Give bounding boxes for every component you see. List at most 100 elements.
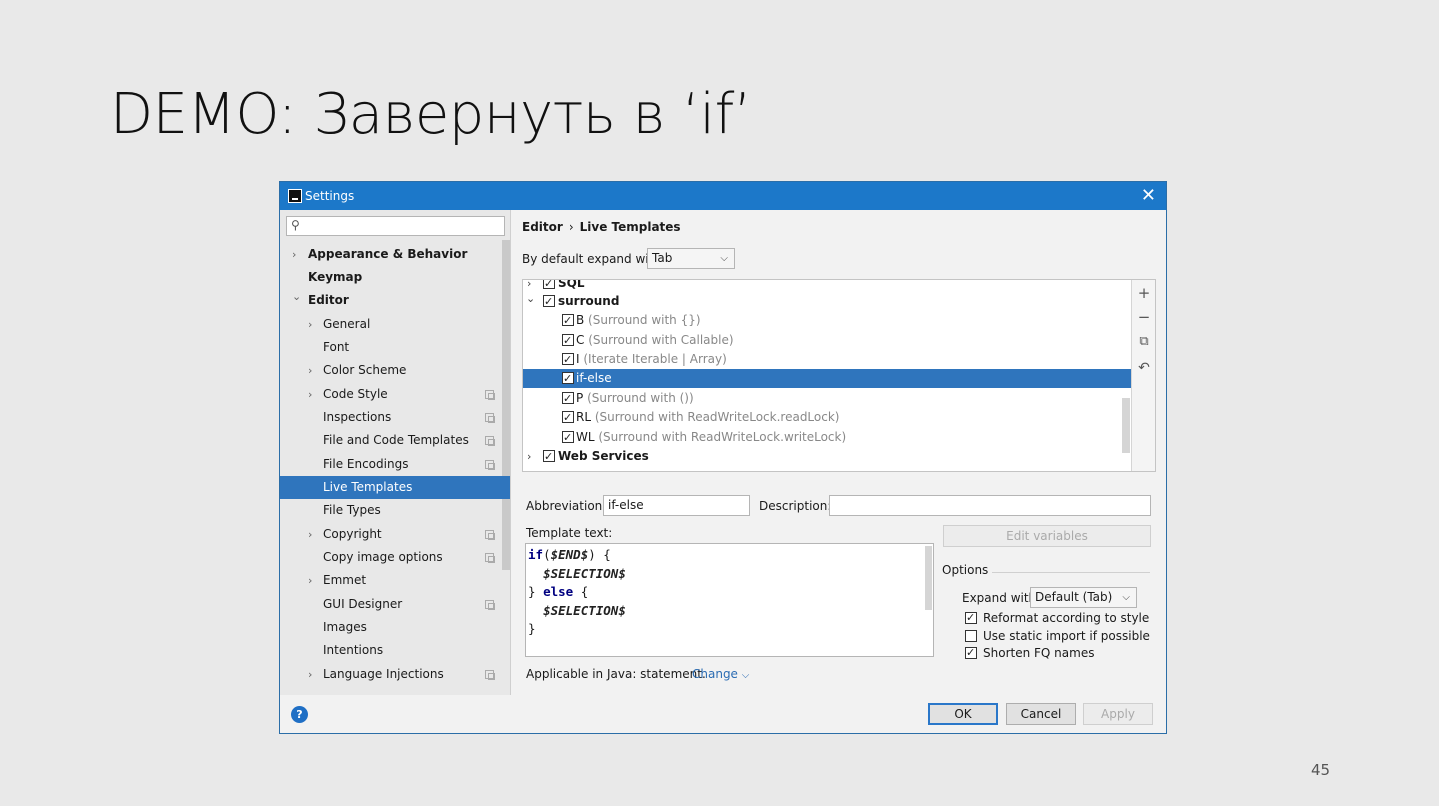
chevron-right-icon: ›	[308, 528, 313, 541]
tree-label: RL	[576, 410, 592, 424]
tree-item-b[interactable]: B (Surround with {})	[523, 311, 1132, 330]
checkbox[interactable]	[562, 331, 574, 350]
change-link-label: Change	[692, 667, 738, 681]
project-scope-icon	[485, 460, 495, 470]
ok-button[interactable]: OK	[928, 703, 998, 725]
add-icon[interactable]: +	[1136, 284, 1152, 302]
applicable-text: Applicable in Java: statement.	[526, 667, 706, 681]
checkbox[interactable]	[543, 292, 555, 311]
sidebar-item-file-code-templates[interactable]: File and Code Templates	[280, 429, 510, 452]
sidebar-item-keymap[interactable]: Keymap	[280, 266, 510, 289]
checkbox[interactable]	[965, 609, 977, 626]
tree-item-if-else[interactable]: if-else	[523, 369, 1132, 388]
sidebar-item-images[interactable]: Images	[280, 616, 510, 639]
checkbox[interactable]	[562, 369, 574, 388]
sidebar-item-label: General	[323, 317, 371, 331]
tree-label: B	[576, 313, 585, 327]
sidebar-item-gui-designer[interactable]: GUI Designer	[280, 593, 510, 616]
tree-item-p[interactable]: P (Surround with ())	[523, 389, 1132, 408]
sidebar-item-font[interactable]: Font	[280, 336, 510, 359]
tree-label: if-else	[576, 371, 612, 385]
code-keyword: else	[543, 584, 574, 599]
options-expand-value: Default (Tab)	[1035, 590, 1113, 604]
settings-sidebar: ⚲ › Appearance & Behavior Keymap ⌄ Edito…	[280, 210, 511, 695]
help-icon[interactable]: ?	[291, 706, 308, 723]
checkbox[interactable]	[562, 350, 574, 369]
dialog-titlebar: Settings ✕	[280, 182, 1166, 210]
expand-with-select[interactable]: Tab ⌵	[647, 248, 735, 269]
description-input[interactable]	[829, 495, 1151, 516]
sidebar-item-label: Editor	[308, 293, 349, 307]
change-link[interactable]: Change ⌵	[692, 667, 749, 681]
sidebar-item-label: Appearance & Behavior	[308, 247, 468, 261]
checkbox[interactable]	[562, 428, 574, 447]
checkbox[interactable]	[543, 280, 555, 293]
tree-item-i[interactable]: I (Iterate Iterable | Array)	[523, 350, 1132, 369]
checkbox[interactable]	[562, 389, 574, 408]
sidebar-item-label: GUI Designer	[323, 597, 403, 611]
sidebar-item-live-templates[interactable]: Live Templates	[280, 476, 510, 499]
tree-label: SQL	[558, 279, 585, 290]
tree-item-c[interactable]: C (Surround with Callable)	[523, 331, 1132, 350]
checkbox[interactable]	[965, 644, 977, 661]
abbreviation-input[interactable]: if-else	[603, 495, 750, 516]
checkbox[interactable]	[965, 630, 977, 642]
code-keyword: if	[528, 547, 544, 562]
tree-item-rl[interactable]: RL (Surround with ReadWriteLock.readLock…	[523, 408, 1132, 427]
breadcrumb-parent[interactable]: Editor	[522, 220, 563, 234]
sidebar-item-copy-image-options[interactable]: Copy image options	[280, 546, 510, 569]
project-scope-icon	[485, 553, 495, 563]
cancel-button[interactable]: Cancel	[1006, 703, 1076, 725]
expand-with-value: Tab	[652, 251, 673, 265]
options-expand-select[interactable]: Default (Tab) ⌵	[1030, 587, 1137, 608]
sidebar-item-language-injections[interactable]: › Language Injections	[280, 663, 510, 686]
code-text: }	[528, 621, 536, 636]
chevron-right-icon: ›	[308, 388, 313, 401]
tree-group-sql[interactable]: › SQL	[523, 279, 1132, 293]
chevron-right-icon: ›	[308, 318, 313, 331]
tree-group-web-services[interactable]: › Web Services	[523, 447, 1132, 466]
code-text: (	[543, 547, 551, 562]
edit-variables-button[interactable]: Edit variables	[943, 525, 1151, 547]
sidebar-item-file-types[interactable]: File Types	[280, 499, 510, 522]
tree-desc: (Surround with Callable)	[584, 333, 734, 347]
sidebar-item-inspections[interactable]: Inspections	[280, 406, 510, 429]
sidebar-item-general[interactable]: › General	[280, 313, 510, 336]
search-input[interactable]: ⚲	[286, 216, 505, 236]
checkbox[interactable]	[543, 447, 555, 466]
intellij-logo-icon	[288, 189, 302, 203]
breadcrumb: Editor › Live Templates	[522, 220, 681, 234]
sidebar-item-emmet[interactable]: › Emmet	[280, 569, 510, 592]
shorten-fq-label: Shorten FQ names	[983, 646, 1095, 660]
restore-icon[interactable]: ↶	[1136, 359, 1152, 377]
sidebar-item-label: File Encodings	[323, 457, 409, 471]
options-title: Options	[942, 563, 989, 577]
abbreviation-label: Abbreviation:	[526, 499, 607, 513]
sidebar-item-appearance[interactable]: › Appearance & Behavior	[280, 243, 510, 266]
tree-group-surround[interactable]: ⌄ surround	[523, 292, 1132, 311]
sidebar-item-label: Code Style	[323, 387, 388, 401]
checkbox[interactable]	[562, 408, 574, 427]
sidebar-item-intentions[interactable]: Intentions	[280, 639, 510, 662]
chevron-right-icon: ›	[308, 364, 313, 377]
editor-scrollbar[interactable]	[925, 546, 932, 610]
tree-item-wl[interactable]: WL (Surround with ReadWriteLock.writeLoc…	[523, 428, 1132, 447]
sidebar-item-editor[interactable]: ⌄ Editor	[280, 289, 510, 312]
sidebar-item-code-style[interactable]: › Code Style	[280, 383, 510, 406]
chevron-down-icon: ⌵	[741, 670, 750, 681]
close-icon[interactable]: ✕	[1141, 185, 1156, 206]
sidebar-item-file-encodings[interactable]: File Encodings	[280, 453, 510, 476]
tree-scrollbar[interactable]	[1122, 398, 1130, 453]
checkbox[interactable]	[562, 311, 574, 330]
template-text-editor[interactable]: if($END$) { $SELECTION$ } else { $SELECT…	[525, 543, 934, 657]
sidebar-item-color-scheme[interactable]: › Color Scheme	[280, 359, 510, 382]
settings-content: Editor › Live Templates By default expand …	[512, 210, 1166, 695]
template-text-label: Template text:	[526, 526, 613, 540]
apply-button[interactable]: Apply	[1083, 703, 1153, 725]
copy-icon[interactable]: ⧉	[1136, 333, 1152, 351]
tree-label: WL	[576, 430, 595, 444]
sidebar-item-copyright[interactable]: › Copyright	[280, 523, 510, 546]
remove-icon[interactable]: −	[1136, 308, 1152, 326]
search-icon: ⚲	[291, 218, 300, 232]
dialog-footer: ? OK Cancel Apply	[280, 695, 1166, 733]
